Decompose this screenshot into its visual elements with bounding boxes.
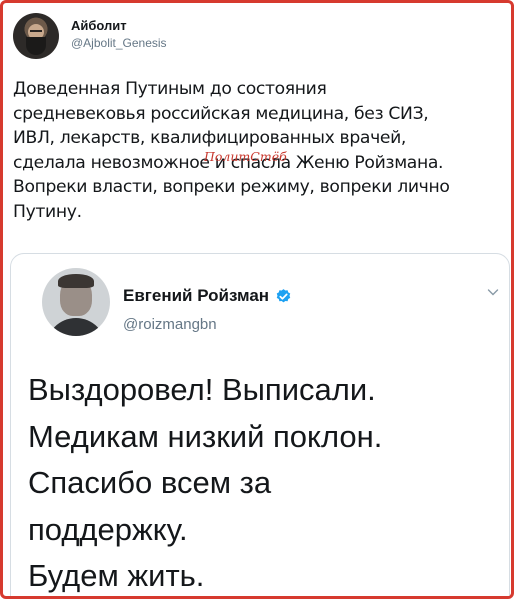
avatar-beard-shape (26, 37, 46, 55)
screenshot-frame: Айболит @Ajbolit_Genesis Доведенная Пути… (0, 0, 514, 599)
quoted-tweet-card[interactable]: Евгений Ройзман @roizmangbn Выздоровел! … (10, 253, 510, 596)
author-handle[interactable]: @Ajbolit_Genesis (71, 36, 167, 50)
author-avatar[interactable] (13, 13, 59, 59)
quoted-text-line: поддержку. (28, 511, 188, 547)
avatar-hair-shape (58, 274, 94, 288)
verified-badge-icon (276, 288, 291, 302)
tweet-text-line: ИВЛ, лекарств, квалифицированных врачей, (13, 128, 407, 148)
watermark: ПолитСтёб (204, 149, 287, 164)
quoted-author-name[interactable]: Евгений Ройзман (123, 286, 269, 306)
tweet-text-line: Доведенная Путиным до состояния (13, 79, 327, 99)
tweet-text-line: Вопреки власти, вопреки режиму, вопреки … (13, 177, 450, 197)
quoted-author-avatar[interactable] (42, 268, 110, 336)
avatar-shirt-shape (46, 318, 106, 336)
quoted-tweet-text: Выздоровел! Выписали. Медикам низкий пок… (28, 367, 498, 596)
author-name[interactable]: Айболит (71, 18, 127, 33)
avatar-glasses-shape (30, 30, 42, 32)
quoted-author-handle[interactable]: @roizmangbn (123, 316, 217, 333)
quoted-text-line: Выздоровел! Выписали. (28, 372, 376, 407)
quoted-text-line: Медикам низкий поклон. (28, 418, 383, 454)
tweet-text-line: средневековья российская медицина, без С… (13, 103, 429, 124)
tweet-text-line: Путину. (13, 201, 82, 222)
quoted-text-line: Спасибо всем за (28, 465, 272, 500)
quoted-text-line: Будем жить. (28, 558, 205, 593)
quoted-author-name-row[interactable]: Евгений Ройзман (123, 286, 292, 306)
chevron-down-icon[interactable] (487, 286, 499, 298)
